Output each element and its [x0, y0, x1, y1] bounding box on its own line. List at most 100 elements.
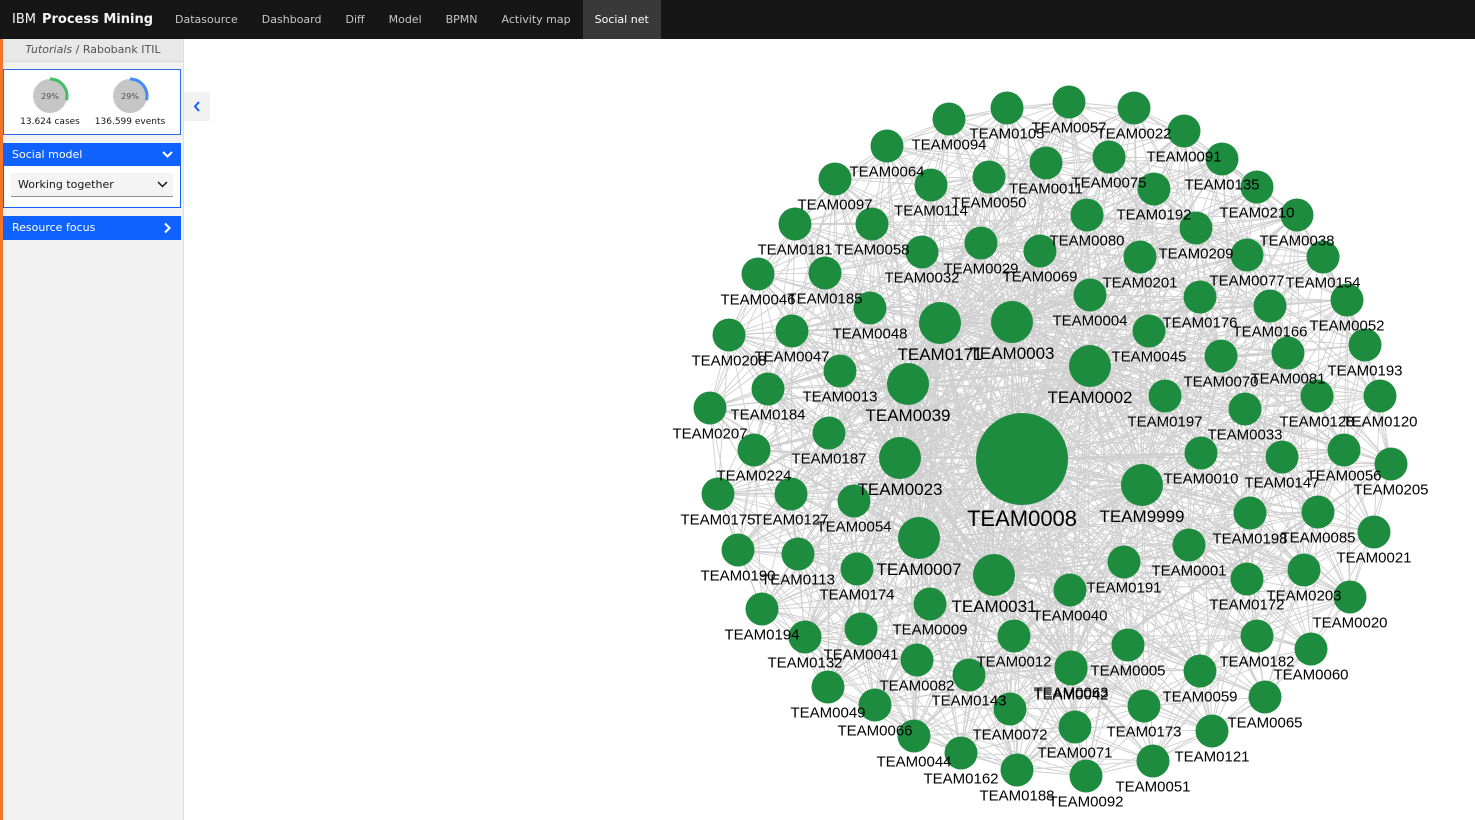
product-brand[interactable]: IBM Process Mining: [12, 0, 153, 39]
network-node-team0105[interactable]: [990, 91, 1024, 125]
tab-social-net[interactable]: Social net: [582, 0, 661, 39]
network-node-team0056[interactable]: [1327, 433, 1361, 467]
network-node-team0031[interactable]: [973, 554, 1015, 596]
network-node-team0197[interactable]: [1148, 379, 1182, 413]
resource-focus-panel-header[interactable]: Resource focus: [3, 216, 181, 240]
network-node-team0091[interactable]: [1167, 114, 1201, 148]
tab-model[interactable]: Model: [377, 0, 434, 39]
network-node-team0201[interactable]: [1123, 240, 1157, 274]
network-node-team0047[interactable]: [775, 314, 809, 348]
network-node-label: TEAM0188: [979, 788, 1054, 805]
social-model-selected-value: Working together: [18, 178, 114, 191]
network-node-team0001[interactable]: [1172, 528, 1206, 562]
network-node-team0021[interactable]: [1357, 515, 1391, 549]
network-node-team0012[interactable]: [997, 619, 1031, 653]
network-node-label: TEAM0154: [1285, 275, 1360, 292]
network-node-team0057[interactable]: [1052, 85, 1086, 119]
network-node-team0075[interactable]: [1092, 140, 1126, 174]
network-node-team0005[interactable]: [1111, 628, 1145, 662]
network-node-team0203[interactable]: [1287, 553, 1321, 587]
network-node-team0051[interactable]: [1136, 744, 1170, 778]
network-node-team0046[interactable]: [741, 257, 775, 291]
network-node-team0011[interactable]: [1029, 146, 1063, 180]
network-node-team0208[interactable]: [712, 318, 746, 352]
network-node-team0173[interactable]: [1127, 689, 1161, 723]
network-node-team0029[interactable]: [964, 226, 998, 260]
network-node-team0085[interactable]: [1301, 495, 1335, 529]
network-node-team0080[interactable]: [1070, 198, 1104, 232]
network-node-team0187[interactable]: [812, 416, 846, 450]
network-node-label: TEAM0198: [1212, 531, 1287, 548]
network-node-team0007[interactable]: [898, 517, 940, 559]
network-node-team0002[interactable]: [1069, 345, 1111, 387]
network-node-team0009[interactable]: [913, 587, 947, 621]
cases-caption: 13.624 cases: [20, 117, 80, 127]
network-node-team0185[interactable]: [808, 256, 842, 290]
tab-bpmn[interactable]: BPMN: [434, 0, 490, 39]
network-node-team0049[interactable]: [811, 670, 845, 704]
network-node-team0032[interactable]: [905, 235, 939, 269]
network-node-label: TEAM0197: [1127, 414, 1202, 431]
network-node-team9999[interactable]: [1121, 464, 1163, 506]
tab-dashboard[interactable]: Dashboard: [250, 0, 334, 39]
network-node-team0041[interactable]: [844, 612, 878, 646]
network-node-team0039[interactable]: [887, 363, 929, 405]
network-node-team0182[interactable]: [1240, 619, 1274, 653]
network-node-team0008[interactable]: [976, 413, 1068, 505]
breadcrumb: Tutorials / Rabobank ITIL: [3, 39, 183, 62]
network-node-team0121[interactable]: [1195, 714, 1229, 748]
network-node-team0070[interactable]: [1204, 339, 1238, 373]
network-node-team0081[interactable]: [1271, 336, 1305, 370]
social-model-panel-header[interactable]: Social model: [3, 143, 181, 167]
network-node-label: TEAM0171: [897, 345, 982, 364]
network-node-team0033[interactable]: [1228, 392, 1262, 426]
breadcrumb-project[interactable]: Tutorials: [25, 43, 72, 56]
network-node-team0188[interactable]: [1000, 753, 1034, 787]
network-node-team0092[interactable]: [1069, 759, 1103, 793]
network-node-team0172[interactable]: [1230, 562, 1264, 596]
network-node-label: TEAM0033: [1207, 427, 1282, 444]
network-node-label: TEAM0210: [1219, 205, 1294, 222]
network-node-team0166[interactable]: [1253, 289, 1287, 323]
network-node-team0190[interactable]: [721, 533, 755, 567]
social-network-graph[interactable]: TEAM0008 TEAM9999TEAM0002TEAM0003TEAM0171…: [184, 39, 1475, 820]
network-node-team0064[interactable]: [870, 129, 904, 163]
network-node-team0042[interactable]: [1054, 652, 1088, 686]
network-node-team0050[interactable]: [972, 160, 1006, 194]
network-node-team0023[interactable]: [879, 437, 921, 479]
network-node-team0040[interactable]: [1053, 573, 1087, 607]
network-node-label: TEAM0121: [1174, 749, 1249, 766]
network-node-label: TEAM0023: [857, 480, 942, 499]
network-node-label: TEAM0007: [876, 560, 961, 579]
network-node-team0207[interactable]: [693, 391, 727, 425]
network-node-label: TEAM0184: [730, 407, 805, 424]
network-node-team0060[interactable]: [1294, 632, 1328, 666]
network-node-team0003[interactable]: [991, 301, 1033, 343]
network-node-team0147[interactable]: [1265, 440, 1299, 474]
tab-activity-map[interactable]: Activity map: [490, 0, 583, 39]
network-node-team0097[interactable]: [818, 162, 852, 196]
cases-stat: 29% 13.624 cases: [10, 76, 90, 127]
network-node-team0198[interactable]: [1233, 496, 1267, 530]
network-node-team0113[interactable]: [781, 537, 815, 571]
network-node-team0094[interactable]: [932, 102, 966, 136]
network-node-team0065[interactable]: [1248, 680, 1282, 714]
network-node-label: TEAM0051: [1115, 779, 1190, 796]
network-node-team0082[interactable]: [900, 643, 934, 677]
network-node-team0191[interactable]: [1107, 545, 1141, 579]
network-node-team0045[interactable]: [1132, 314, 1166, 348]
network-node-team0171[interactable]: [919, 302, 961, 344]
network-node-team0071[interactable]: [1058, 710, 1092, 744]
tab-diff[interactable]: Diff: [333, 0, 376, 39]
network-node-team0174[interactable]: [840, 552, 874, 586]
network-node-label: TEAM0175: [680, 512, 755, 529]
tab-datasource[interactable]: Datasource: [163, 0, 250, 39]
network-node-team0022[interactable]: [1117, 91, 1151, 125]
sidebar: Tutorials / Rabobank ITIL 29% 13.624 cas…: [3, 39, 184, 820]
network-node-team0059[interactable]: [1183, 654, 1217, 688]
network-node-team0184[interactable]: [751, 372, 785, 406]
social-model-select[interactable]: Working together: [11, 173, 173, 197]
network-node-team0194[interactable]: [745, 592, 779, 626]
network-node-label: TEAM0045: [1111, 349, 1186, 366]
network-node-team0120[interactable]: [1363, 379, 1397, 413]
